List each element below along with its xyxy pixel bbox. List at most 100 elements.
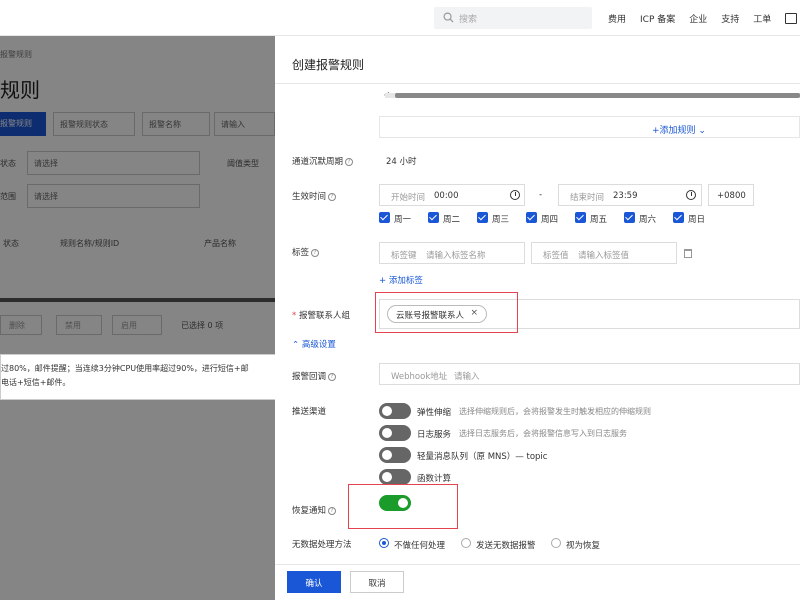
callback-label-text: 报警回调 — [292, 372, 327, 382]
function-compute-label: 函数计算 — [417, 474, 452, 484]
create-alert-rule-drawer: 创建报警规则 +添加规则 ⌄ 通道沉默周期? 24 小时 生效时间? 开始时间 … — [275, 36, 800, 600]
highlight-box-contact — [375, 292, 518, 333]
start-time-label: 开始时间 — [391, 193, 426, 203]
clock-icon — [686, 190, 696, 200]
required-mark: * — [292, 311, 297, 321]
start-time-value: 00:00 — [434, 191, 459, 201]
cancel-button[interactable]: 取消 — [350, 571, 404, 593]
help-icon[interactable]: ? — [328, 192, 337, 201]
checkbox-checked-icon — [477, 212, 488, 223]
start-time-input[interactable]: 开始时间 00:00 — [379, 184, 525, 206]
effective-time-label-text: 生效时间 — [292, 192, 327, 202]
tag-key-input[interactable]: 标签键 请输入标签名称 — [379, 242, 525, 264]
radio-no-action-label: 不做任何处理 — [394, 541, 446, 551]
day-label: 周三 — [492, 215, 510, 225]
checkbox-checked-icon — [575, 212, 586, 223]
message-queue-label: 轻量消息队列（原 MNS）— topic — [417, 452, 548, 462]
add-rule-row — [379, 116, 800, 138]
scrollbar-thumb[interactable] — [395, 93, 800, 98]
chevron-up-icon: ⌃ — [292, 340, 300, 350]
add-tag-link[interactable]: + 添加标签 — [379, 274, 423, 286]
tag-key-label: 标签键 — [391, 251, 417, 261]
message-icon[interactable] — [785, 13, 798, 24]
recovery-notice-label-text: 恢复通知 — [292, 506, 327, 516]
tag-value-label: 标签值 — [543, 251, 569, 261]
clock-icon — [510, 190, 520, 200]
toggle-knob — [382, 472, 392, 482]
confirm-button[interactable]: 确认 — [287, 571, 341, 593]
mute-period-label: 通道沉默周期? — [292, 155, 354, 167]
webhook-placeholder: 请输入 — [454, 372, 480, 382]
tag-value-input[interactable]: 标签值 请输入标签值 — [531, 242, 677, 264]
tooltip-line-1: 过80%，邮件提醒；当连续3分钟CPU使用率超过90%，进行短信+邮 — [1, 364, 249, 373]
drawer-title: 创建报警规则 — [292, 58, 365, 72]
nodata-label: 无数据处理方法 — [292, 540, 352, 550]
mute-period-label-text: 通道沉默周期 — [292, 157, 344, 167]
timezone-value: +0800 — [717, 191, 746, 201]
radio-treat-as-recovery[interactable] — [551, 538, 561, 548]
tag-label-text: 标签 — [292, 248, 310, 258]
toggle-knob — [382, 428, 392, 438]
day-label: 周日 — [688, 215, 706, 225]
end-time-label: 结束时间 — [570, 193, 605, 203]
tag-value-placeholder: 请输入标签值 — [578, 251, 630, 261]
checkbox-checked-icon — [624, 212, 635, 223]
toggle-message-queue[interactable] — [379, 447, 411, 463]
search-input[interactable]: 搜索 — [434, 7, 592, 29]
top-bar: 搜索 费用 ICP 备案 企业 支持 工单 — [0, 0, 800, 36]
modal-overlay[interactable] — [0, 36, 275, 600]
tooltip: 过80%，邮件提醒；当连续3分钟CPU使用率超过90%，进行短信+邮 电话+短信… — [0, 354, 291, 400]
chevron-down-icon: ⌄ — [698, 126, 706, 136]
top-link-billing[interactable]: 费用 — [608, 12, 626, 25]
end-time-input[interactable]: 结束时间 23:59 — [558, 184, 702, 206]
radio-send-nodata-alert-label: 发送无数据报警 — [476, 541, 536, 551]
toggle-auto-scaling[interactable] — [379, 403, 411, 419]
webhook-label: Webhook地址 — [391, 372, 448, 382]
radio-send-nodata-alert[interactable] — [461, 538, 471, 548]
day-label: 周五 — [590, 215, 608, 225]
day-label: 周四 — [541, 215, 559, 225]
advanced-settings-label: 高级设置 — [301, 340, 336, 350]
auto-scaling-desc: 选择伸缩规则后，会将报警发生时触发相应的伸缩规则 — [459, 407, 651, 416]
trash-icon[interactable] — [684, 249, 692, 258]
effective-time-label: 生效时间? — [292, 190, 337, 202]
help-icon[interactable]: ? — [328, 372, 337, 381]
drawer-header: 创建报警规则 — [275, 36, 800, 84]
tag-label: 标签? — [292, 246, 320, 258]
time-separator: - — [539, 190, 543, 200]
search-icon — [443, 12, 454, 23]
search-placeholder: 搜索 — [459, 15, 478, 25]
toggle-log-service[interactable] — [379, 425, 411, 441]
add-rule-link[interactable]: +添加规则 ⌄ — [652, 123, 706, 136]
toggle-knob — [382, 406, 392, 416]
auto-scaling-label: 弹性伸缩 — [417, 408, 452, 418]
top-link-icp[interactable]: ICP 备案 — [640, 12, 675, 25]
top-link-ticket[interactable]: 工单 — [753, 12, 771, 25]
help-icon[interactable]: ? — [345, 157, 354, 166]
top-link-support[interactable]: 支持 — [721, 12, 739, 25]
top-link-enterprise[interactable]: 企业 — [689, 12, 707, 25]
drawer-footer: 确认 取消 — [275, 564, 800, 600]
mute-period-value[interactable]: 24 小时 — [386, 155, 417, 167]
toggle-knob — [382, 450, 392, 460]
recovery-notice-label: 恢复通知? — [292, 504, 337, 516]
advanced-settings-toggle[interactable]: ⌃ 高级设置 — [292, 338, 336, 350]
callback-label: 报警回调? — [292, 370, 337, 382]
timezone-select[interactable]: +0800 — [708, 184, 754, 206]
day-label: 周六 — [639, 215, 657, 225]
webhook-input[interactable]: Webhook地址 请输入 — [379, 363, 800, 385]
tag-key-placeholder: 请输入标签名称 — [426, 251, 486, 261]
radio-no-action[interactable] — [379, 538, 389, 548]
rules-horizontal-scrollbar[interactable] — [385, 93, 800, 98]
highlight-box-recovery — [348, 484, 458, 529]
log-service-desc: 选择日志服务后，会将报警信息写入到日志服务 — [459, 429, 627, 438]
checkbox-checked-icon — [428, 212, 439, 223]
toggle-function-compute[interactable] — [379, 469, 411, 485]
day-label: 周一 — [394, 215, 412, 225]
help-icon[interactable]: ? — [328, 506, 337, 515]
contact-group-label-text: 报警联系人组 — [298, 311, 350, 321]
day-label: 周二 — [443, 215, 461, 225]
help-icon[interactable]: ? — [311, 248, 320, 257]
checkbox-checked-icon — [526, 212, 537, 223]
radio-treat-as-recovery-label: 视为恢复 — [566, 541, 601, 551]
